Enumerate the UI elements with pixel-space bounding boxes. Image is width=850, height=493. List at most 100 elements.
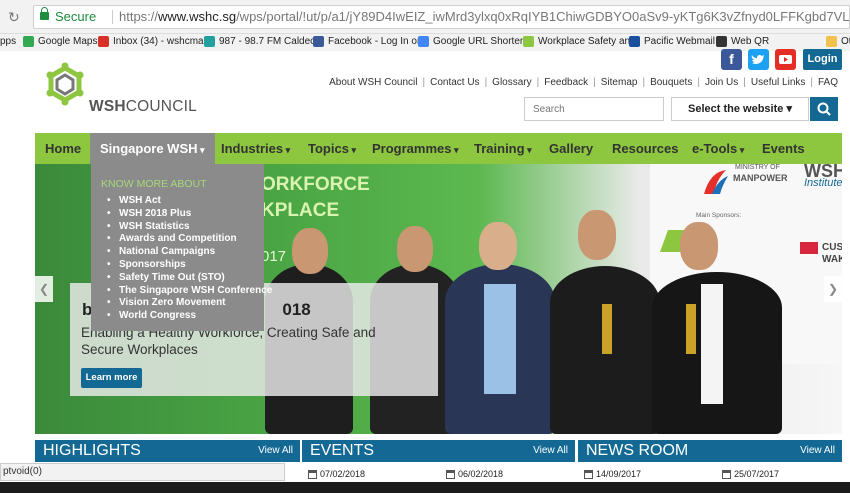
dropdown-item[interactable]: WSH Act <box>107 195 272 208</box>
bookmark-item[interactable]: Inbox (34) - wshcmai <box>98 36 206 47</box>
bookmark-item[interactable]: Web QR <box>716 36 769 47</box>
nav-item[interactable]: Home <box>45 133 81 164</box>
bookmark-item[interactable]: Ot <box>826 36 850 47</box>
view-all-link[interactable]: View All <box>800 445 835 456</box>
facebook-icon[interactable]: f <box>721 49 742 70</box>
ministry-line1: MINISTRY OF <box>735 164 780 171</box>
ministry-line2: MANPOWER <box>733 173 788 183</box>
bookmark-item[interactable]: Pacific Webmail <box>629 36 715 47</box>
bookmark-item[interactable]: Google URL Shortene <box>418 36 531 47</box>
dropdown-item[interactable]: National Campaigns <box>107 246 272 259</box>
chevron-down-icon: ▾ <box>451 145 459 155</box>
date-text: 25/07/2017 <box>734 469 780 479</box>
nav-item-label: Training <box>474 141 525 156</box>
calendar-icon <box>308 469 317 479</box>
photo-shirt-3 <box>484 284 516 394</box>
select-website-dropdown[interactable]: Select the website ▾ <box>671 97 809 121</box>
nav-item[interactable]: Events <box>762 133 805 164</box>
chevron-down-icon: ▾ <box>737 145 745 155</box>
nav-item[interactable]: Training ▾ <box>474 133 532 164</box>
date-item[interactable]: 06/02/2018 <box>446 466 503 482</box>
top-link[interactable]: About WSH Council <box>329 77 417 88</box>
twitter-icon[interactable] <box>748 49 769 70</box>
nav-item[interactable]: Resources <box>612 133 678 164</box>
bookmark-label: Inbox (34) - wshcmai <box>113 36 206 47</box>
nav-item[interactable]: Topics ▾ <box>308 133 356 164</box>
login-button[interactable]: Login <box>803 49 842 70</box>
nav-item[interactable]: e-Tools ▾ <box>692 133 744 164</box>
bookmark-item[interactable]: Workplace Safety anc <box>523 36 635 47</box>
wsh-council-logo[interactable]: WSHCOUNCIL <box>45 62 197 122</box>
bookmark-item[interactable]: Facebook - Log In or <box>313 36 420 47</box>
link-separator: | <box>810 77 813 88</box>
dropdown-item[interactable]: The Singapore WSH Conference <box>107 285 272 298</box>
main-navigation: Home Singapore WSH ▾ Industries ▾ Topics ▾ P… <box>35 133 842 164</box>
date-text: 14/09/2017 <box>596 469 642 479</box>
bookmark-item[interactable]: pps <box>0 36 16 47</box>
link-separator: | <box>422 77 426 88</box>
nav-item[interactable]: Gallery <box>549 133 593 164</box>
date-item[interactable]: 07/02/2018 <box>308 466 365 482</box>
chevron-down-icon: ▾ <box>283 145 291 155</box>
top-link[interactable]: Contact Us <box>430 77 479 88</box>
reload-icon[interactable]: ↻ <box>8 9 20 26</box>
nav-item-label: Gallery <box>549 141 594 156</box>
url-divider <box>112 10 113 24</box>
nav-item-label: Events <box>762 141 805 156</box>
dropdown-item[interactable]: Sponsorships <box>107 259 272 272</box>
dropdown-item[interactable]: WSH 2018 Plus <box>107 208 272 221</box>
secure-label: Secure <box>55 9 97 24</box>
bookmark-item[interactable]: Google Maps <box>23 36 97 47</box>
date-text: 06/02/2018 <box>458 469 504 479</box>
photo-face-4 <box>578 210 616 260</box>
date-item[interactable]: 14/09/2017 <box>584 466 641 482</box>
webmail-icon <box>629 36 640 47</box>
top-link[interactable]: Sitemap <box>601 77 638 88</box>
nav-item-label: Singapore WSH <box>100 141 198 156</box>
bookmark-label: Google URL Shortene <box>433 36 532 47</box>
date-item[interactable]: 25/07/2017 <box>722 466 779 482</box>
qr-icon <box>716 36 727 47</box>
logo-text: WSHCOUNCIL <box>89 98 197 115</box>
wsh-icon <box>523 36 534 47</box>
top-link[interactable]: Feedback <box>544 77 588 88</box>
top-links: About WSH Council | Contact Us | Glossary | Fe… <box>329 77 838 88</box>
view-all-link[interactable]: View All <box>258 445 293 456</box>
sponsor-partial-1: CUSH <box>822 242 842 253</box>
dropdown-item[interactable]: Safety Time Out (STO) <box>107 272 272 285</box>
url-text: https://www.wshc.sg/wps/portal/!ut/p/a1/… <box>119 9 850 24</box>
nav-item[interactable]: Programmes ▾ <box>372 133 459 164</box>
dropdown-item[interactable]: Vision Zero Movement <box>107 297 272 310</box>
prev-slide-icon[interactable]: ❮ <box>35 276 53 302</box>
calendar-icon <box>722 469 731 479</box>
photo-trophy-1 <box>602 304 612 354</box>
view-all-link[interactable]: View All <box>533 445 568 456</box>
top-link[interactable]: Glossary <box>492 77 531 88</box>
youtube-icon[interactable] <box>775 49 796 70</box>
top-link[interactable]: Join Us <box>705 77 738 88</box>
search-button[interactable] <box>810 97 838 121</box>
dropdown-item[interactable]: WSH Statistics <box>107 221 272 234</box>
dropdown-item[interactable]: World Congress <box>107 310 272 323</box>
next-slide-icon[interactable]: ❯ <box>824 276 842 302</box>
search-input[interactable] <box>524 97 664 121</box>
nav-item[interactable]: Singapore WSH ▾ <box>90 133 215 164</box>
section-title: HIGHLIGHTS <box>43 442 141 459</box>
wsh-institute-label: Institute <box>804 177 842 189</box>
link-separator: | <box>642 77 646 88</box>
url-field[interactable]: Secure https://www.wshc.sg/wps/portal/!u… <box>33 5 850 29</box>
top-link[interactable]: Useful Links <box>751 77 805 88</box>
bookmark-label: Google Maps <box>38 36 98 47</box>
nav-item-label: Industries <box>221 141 284 156</box>
browser-address-bar: ↻ Secure https://www.wshc.sg/wps/portal/… <box>0 0 850 34</box>
top-link[interactable]: FAQ <box>818 77 838 88</box>
link-separator: | <box>536 77 540 88</box>
dropdown-item[interactable]: Awards and Competition <box>107 233 272 246</box>
chevron-down-icon: ▾ <box>197 145 205 155</box>
nav-item[interactable]: Industries ▾ <box>221 133 290 164</box>
gmail-icon <box>98 36 109 47</box>
learn-more-button[interactable]: Learn more <box>81 368 142 388</box>
bookmark-item[interactable]: 987 - 98.7 FM Caldec <box>204 36 315 47</box>
dropdown-list: WSH ActWSH 2018 PlusWSH StatisticsAwards… <box>107 195 272 323</box>
top-link[interactable]: Bouquets <box>650 77 692 88</box>
